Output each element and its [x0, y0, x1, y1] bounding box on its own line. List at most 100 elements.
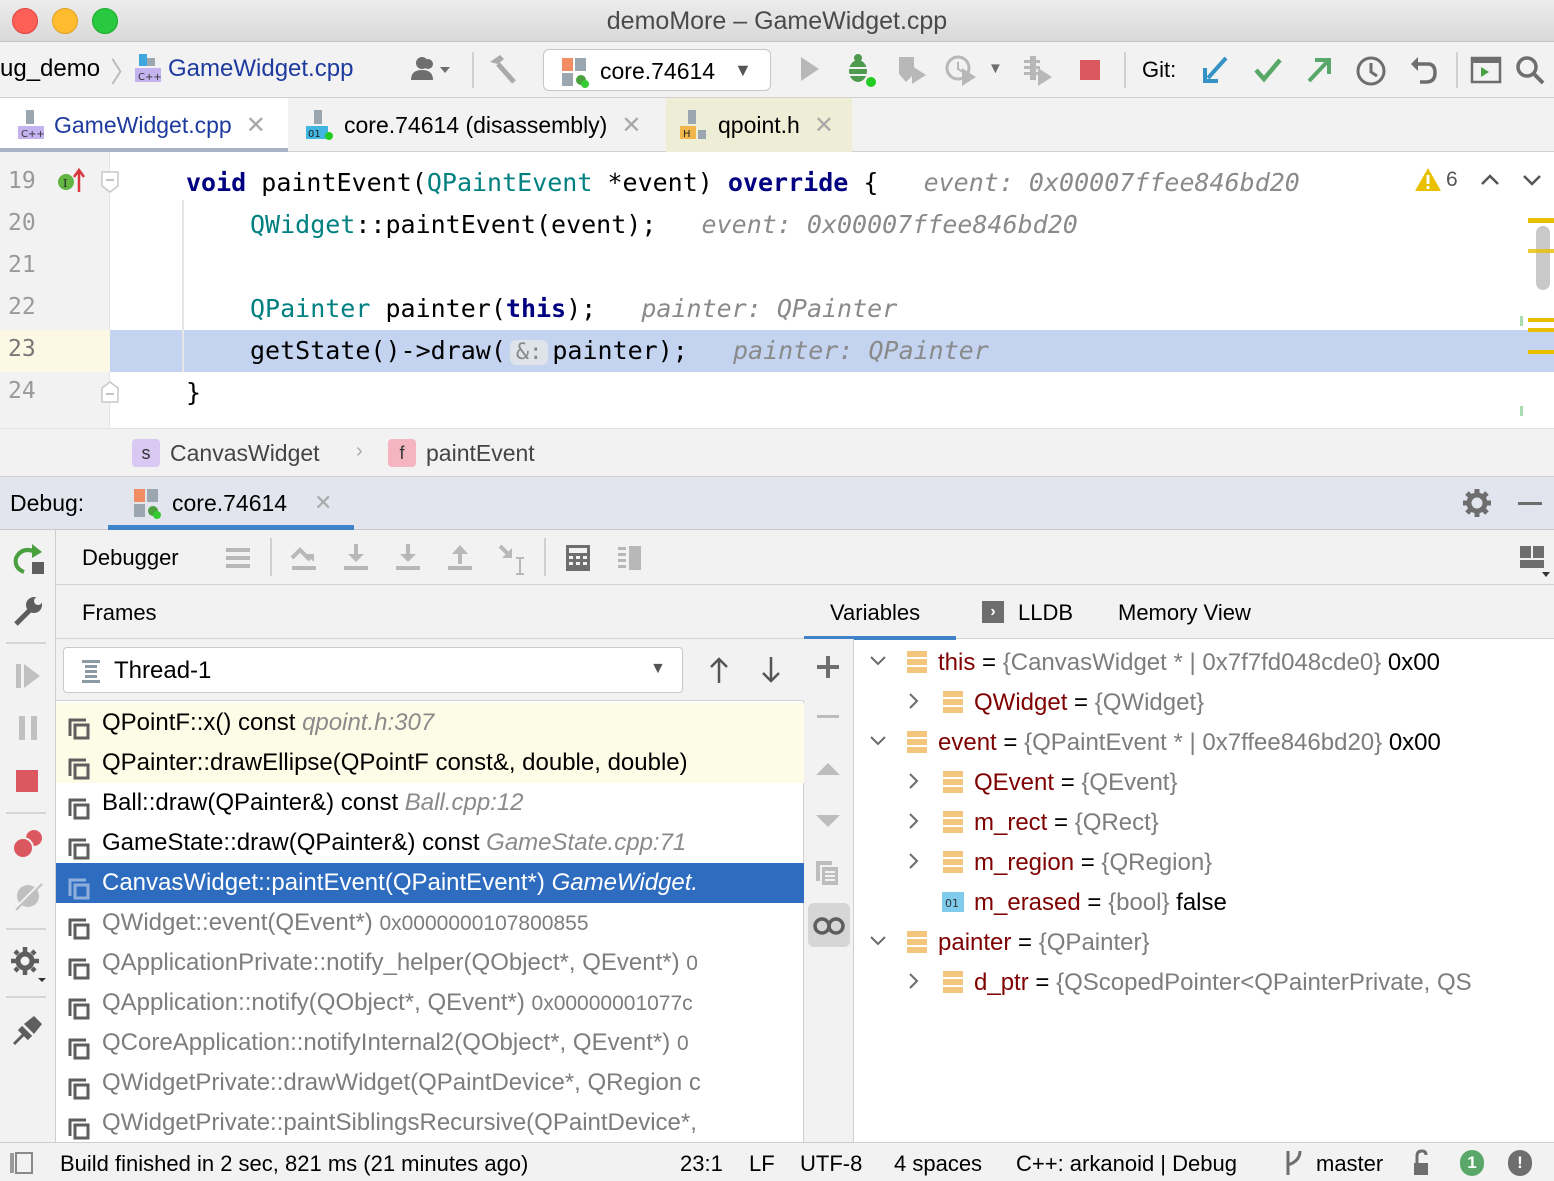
- settings-wrench-icon[interactable]: [10, 594, 46, 630]
- fold-icon[interactable]: [100, 170, 120, 194]
- event-log-badge[interactable]: 1: [1460, 1150, 1484, 1176]
- step-out-icon[interactable]: [444, 542, 476, 574]
- previous-problem-icon[interactable]: [1478, 168, 1502, 192]
- variable-row[interactable]: m_region = {QRegion}: [942, 843, 1212, 883]
- run-icon[interactable]: [794, 54, 824, 84]
- indent-setting[interactable]: 4 spaces: [894, 1151, 982, 1177]
- hide-panel-icon[interactable]: [1516, 488, 1544, 518]
- variable-row[interactable]: painter = {QPainter}: [906, 923, 1150, 963]
- chevron-down-icon[interactable]: [868, 731, 888, 757]
- code-editor[interactable]: 19 20 21 22 23 24 I void paintEvent(QPai…: [0, 152, 1554, 428]
- variable-row[interactable]: d_ptr = {QScopedPointer<QPainterPrivate,…: [942, 963, 1472, 1003]
- tab-variables[interactable]: Variables: [804, 585, 956, 640]
- breadcrumb-class[interactable]: CanvasWidget: [170, 440, 320, 467]
- frame-row[interactable]: QPainter::drawEllipse(QPointF const&, do…: [56, 743, 804, 783]
- force-step-into-icon[interactable]: [392, 542, 424, 574]
- breadcrumb-function[interactable]: paintEvent: [426, 440, 535, 467]
- pin-tab-icon[interactable]: [10, 1012, 46, 1048]
- close-icon[interactable]: ✕: [314, 490, 332, 516]
- chevron-right-icon[interactable]: [904, 811, 924, 837]
- lock-open-icon[interactable]: [1408, 1149, 1434, 1177]
- git-update-icon[interactable]: [1200, 54, 1232, 86]
- build-hammer-icon[interactable]: [486, 52, 520, 86]
- tab-disassembly[interactable]: 01 core.74614 (disassembly) ✕: [288, 98, 666, 152]
- warning-marker[interactable]: [1528, 328, 1554, 332]
- user-vcs-icon[interactable]: [408, 54, 458, 84]
- resolve-context[interactable]: C++: arkanoid | Debug: [1016, 1151, 1237, 1177]
- debug-session-tab[interactable]: core.74614 ✕: [108, 477, 354, 530]
- git-rollback-icon[interactable]: [1406, 54, 1440, 88]
- chevron-right-icon[interactable]: [904, 851, 924, 877]
- variable-row[interactable]: QWidget = {QWidget}: [942, 683, 1204, 723]
- settings-gear-icon[interactable]: [8, 944, 48, 984]
- move-up-icon[interactable]: [812, 753, 844, 785]
- frame-row[interactable]: QWidget::event(QEvent*) 0x00000001078008…: [56, 903, 804, 943]
- show-execution-point-icon[interactable]: [222, 542, 254, 574]
- frame-row[interactable]: QCoreApplication::notifyInternal2(QObjec…: [56, 1023, 804, 1063]
- variable-row[interactable]: QEvent = {QEvent}: [942, 763, 1177, 803]
- debug-bug-icon[interactable]: [842, 52, 878, 88]
- git-commit-icon[interactable]: [1252, 54, 1284, 86]
- warning-icon[interactable]: [1414, 166, 1442, 194]
- step-into-icon[interactable]: [340, 542, 372, 574]
- tab-memory-view[interactable]: Memory View: [1118, 585, 1288, 639]
- chevron-down-icon[interactable]: ▼: [988, 60, 1003, 77]
- evaluate-expression-icon[interactable]: [562, 542, 594, 574]
- chevron-right-icon[interactable]: [904, 771, 924, 797]
- line-separator[interactable]: LF: [749, 1151, 775, 1177]
- next-frame-arrow-down-icon[interactable]: [756, 655, 786, 685]
- run-to-cursor-icon[interactable]: [496, 542, 528, 576]
- remove-watch-icon[interactable]: [812, 701, 844, 733]
- editor-scrollbar-thumb[interactable]: [1536, 226, 1550, 290]
- run-configuration-selector[interactable]: core.74614 ▼: [543, 49, 771, 91]
- warning-marker[interactable]: [1528, 249, 1554, 253]
- problems-alert-icon[interactable]: !: [1508, 1150, 1532, 1176]
- implements-method-icon[interactable]: I: [56, 168, 86, 194]
- warning-marker[interactable]: [1528, 218, 1554, 223]
- close-icon[interactable]: ✕: [621, 111, 641, 140]
- frame-row[interactable]: QApplication::notify(QObject*, QEvent*) …: [56, 983, 804, 1023]
- frame-row[interactable]: GameState::draw(QPainter&) const GameSta…: [56, 823, 804, 863]
- frame-row[interactable]: QPointF::x() const qpoint.h:307: [56, 703, 804, 743]
- tool-windows-toggle-icon[interactable]: [8, 1151, 36, 1175]
- thread-dropdown[interactable]: Thread-1 ▼: [63, 647, 683, 693]
- frame-row[interactable]: Ball::draw(QPainter&) const Ball.cpp:12: [56, 783, 804, 823]
- add-watch-icon[interactable]: [812, 651, 844, 683]
- rerun-icon[interactable]: [10, 542, 46, 578]
- git-branch[interactable]: master: [1316, 1151, 1383, 1177]
- next-problem-icon[interactable]: [1520, 168, 1544, 192]
- breadcrumb-project[interactable]: ug_demo: [0, 55, 100, 83]
- fold-end-icon[interactable]: [100, 380, 120, 404]
- breadcrumb-file[interactable]: GameWidget.cpp: [168, 55, 353, 83]
- chevron-down-icon[interactable]: [868, 931, 888, 957]
- tab-qpoint-h[interactable]: H qpoint.h ✕: [666, 98, 852, 152]
- view-breakpoints-icon[interactable]: [10, 826, 46, 862]
- tab-gamewidget-cpp[interactable]: C++ GameWidget.cpp ✕: [0, 98, 288, 152]
- git-push-icon[interactable]: [1303, 54, 1335, 86]
- resume-icon[interactable]: [10, 658, 46, 694]
- variable-row[interactable]: 01 m_erased = {bool} false: [942, 883, 1227, 923]
- stop-icon[interactable]: [1076, 56, 1104, 84]
- caret-position[interactable]: 23:1: [680, 1151, 723, 1177]
- move-down-icon[interactable]: [812, 805, 844, 837]
- pause-icon[interactable]: [10, 710, 46, 746]
- warning-marker[interactable]: [1528, 318, 1554, 322]
- show-watches-toggle[interactable]: [808, 903, 850, 947]
- profiler-icon[interactable]: [944, 54, 980, 86]
- trace-stream-icon[interactable]: [614, 542, 646, 574]
- debugger-tab-label[interactable]: Debugger: [82, 545, 179, 571]
- mute-breakpoints-icon[interactable]: [10, 878, 46, 914]
- run-anything-icon[interactable]: [1470, 54, 1502, 86]
- frame-row[interactable]: QApplicationPrivate::notify_helper(QObje…: [56, 943, 804, 983]
- step-over-icon[interactable]: [288, 542, 320, 574]
- frame-row[interactable]: QWidgetPrivate::drawWidget(QPaintDevice*…: [56, 1063, 804, 1103]
- stop-icon[interactable]: [10, 762, 46, 798]
- run-with-coverage-icon[interactable]: [894, 54, 930, 86]
- close-icon[interactable]: ✕: [814, 111, 834, 140]
- previous-frame-arrow-up-icon[interactable]: [704, 655, 734, 685]
- frame-row[interactable]: CanvasWidget::paintEvent(QPaintEvent*) G…: [56, 863, 804, 903]
- settings-gear-icon[interactable]: [1462, 488, 1492, 518]
- variable-row[interactable]: m_rect = {QRect}: [942, 803, 1159, 843]
- status-message[interactable]: Build finished in 2 sec, 821 ms (21 minu…: [60, 1151, 528, 1177]
- chevron-right-icon[interactable]: [904, 691, 924, 717]
